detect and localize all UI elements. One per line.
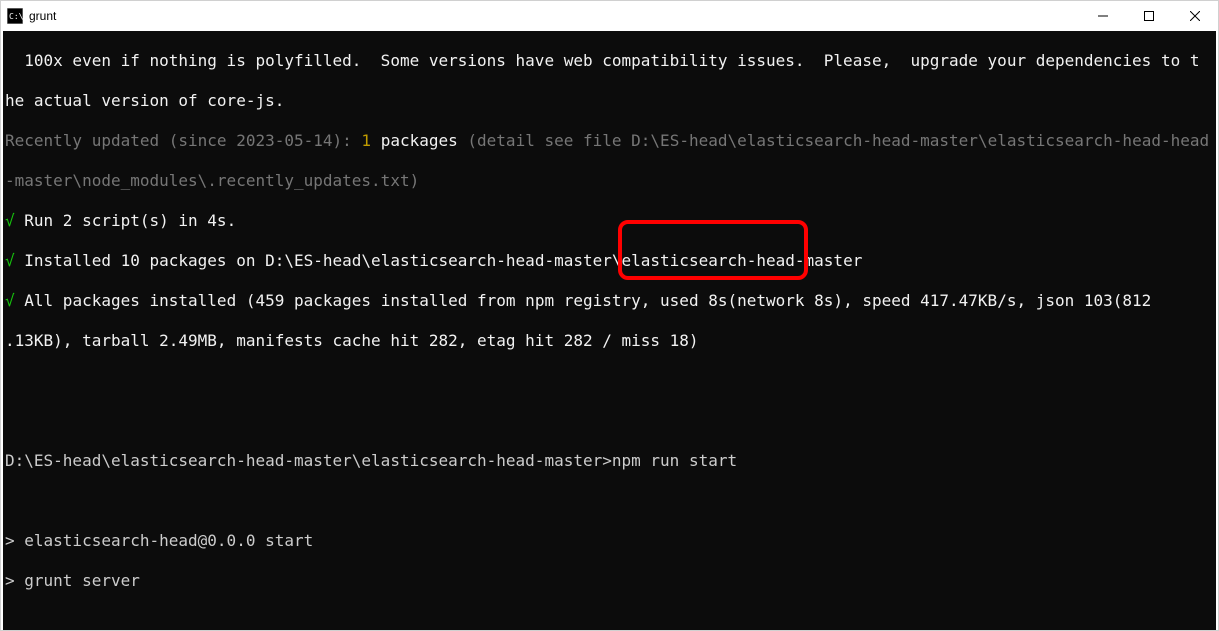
term-output: √ All packages installed (459 packages i…: [5, 291, 1209, 311]
term-blank: [5, 371, 1209, 391]
svg-text:C:\: C:\: [9, 12, 23, 21]
term-output: 100x even if nothing is polyfilled. Some…: [5, 51, 1209, 71]
terminal-area[interactable]: 100x even if nothing is polyfilled. Some…: [3, 31, 1211, 630]
prompt-path: D:\ES-head\elasticsearch-head-master\ela…: [5, 451, 612, 470]
check-icon: √: [5, 211, 15, 230]
right-edge-white: [1216, 31, 1218, 630]
term-output: Recently updated (since 2023-05-14): 1 p…: [5, 131, 1209, 151]
term-blank: [5, 411, 1209, 431]
window-body: 100x even if nothing is polyfilled. Some…: [1, 31, 1218, 630]
prompt-command: npm run start: [612, 451, 737, 470]
term-text: Run 2 script(s) in 4s.: [15, 211, 237, 230]
title-bar[interactable]: C:\ grunt: [1, 1, 1218, 31]
check-icon: √: [5, 291, 15, 310]
check-icon: √: [5, 251, 15, 270]
term-text: Recently updated (since 2023-05-14): [5, 131, 342, 150]
term-text: Installed 10 packages on D:\ES-head\elas…: [15, 251, 863, 270]
term-output: > elasticsearch-head@0.0.0 start: [5, 531, 1209, 551]
term-prompt: D:\ES-head\elasticsearch-head-master\ela…: [5, 451, 1209, 471]
term-blank: [5, 491, 1209, 511]
term-output: √ Installed 10 packages on D:\ES-head\el…: [5, 251, 1209, 271]
term-text: 1: [361, 131, 371, 150]
term-text: packages: [371, 131, 458, 150]
term-output: -master\node_modules\.recently_updates.t…: [5, 171, 1209, 191]
window-title: grunt: [29, 9, 56, 23]
maximize-button[interactable]: [1126, 1, 1172, 31]
minimize-button[interactable]: [1080, 1, 1126, 31]
term-output: he actual version of core-js.: [5, 91, 1209, 111]
term-text: :: [342, 131, 361, 150]
app-window: C:\ grunt 100x even if nothing is polyfi…: [0, 0, 1219, 631]
term-text: (detail see file D:\ES-head\elasticsearc…: [458, 131, 1209, 150]
term-text: All packages installed (459 packages ins…: [15, 291, 1152, 310]
term-output: > grunt server: [5, 571, 1209, 591]
close-button[interactable]: [1172, 1, 1218, 31]
term-output: √ Run 2 script(s) in 4s.: [5, 211, 1209, 231]
term-blank: [5, 611, 1209, 630]
term-output: .13KB), tarball 2.49MB, manifests cache …: [5, 331, 1209, 351]
cmd-icon: C:\: [7, 8, 23, 24]
